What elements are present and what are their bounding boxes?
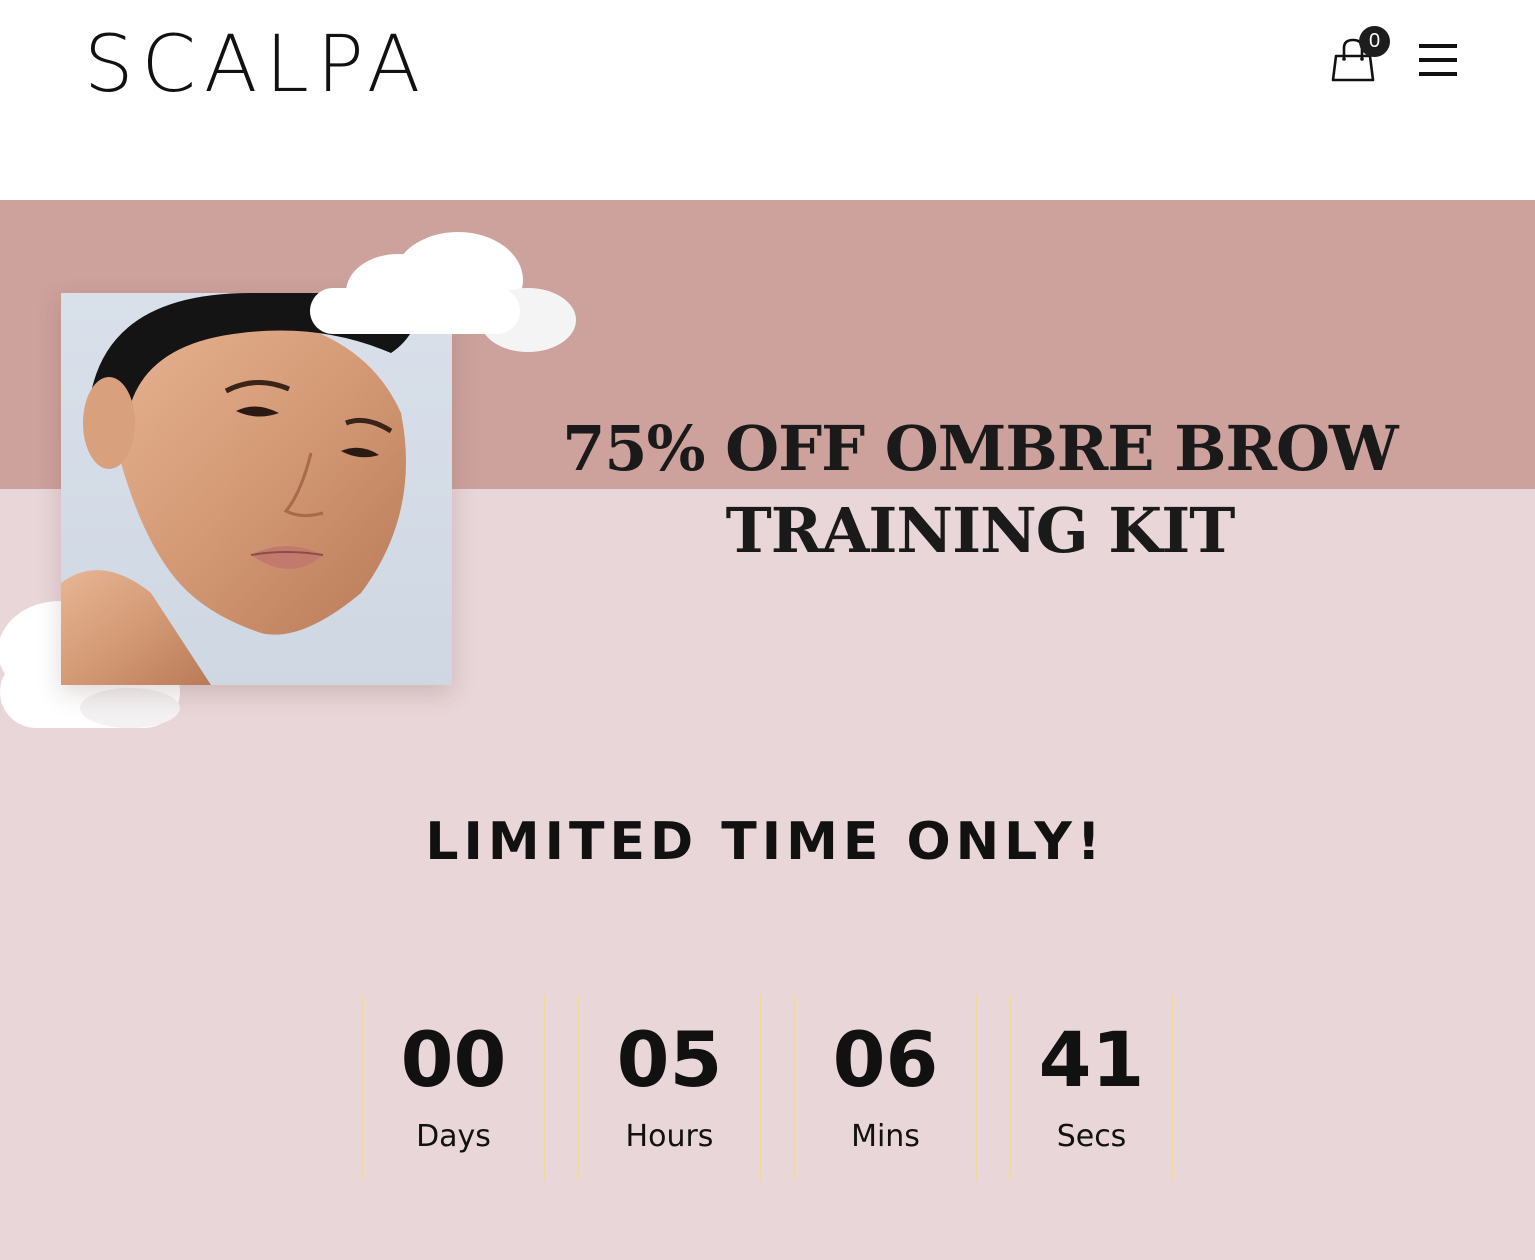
countdown-timer: 00 Days 05 Hours 06 Mins 41 Secs [362,995,1174,1180]
countdown-mins-value: 06 [832,1015,939,1104]
menu-line-middle [1419,58,1457,62]
hamburger-menu-button[interactable] [1419,44,1457,76]
menu-line-bottom [1419,72,1457,76]
countdown-mins-label: Mins [851,1119,920,1154]
site-header: SCALPA 0 [0,0,1535,200]
countdown-mins: 06 Mins [794,995,977,1180]
promo-headline: 75% OFF OMBRE BROW TRAINING KIT [560,408,1400,572]
countdown-secs: 41 Secs [1010,995,1173,1180]
headline-line-2: TRAINING KIT [725,494,1236,567]
countdown-days-value: 00 [400,1015,507,1104]
limited-time-heading: LIMITED TIME ONLY! [0,812,1535,872]
headline-line-1: 75% OFF OMBRE BROW [562,412,1398,485]
brand-logo[interactable]: SCALPA [84,20,428,110]
countdown-hours-label: Hours [625,1119,714,1154]
countdown-days: 00 Days [362,995,545,1180]
countdown-hours-value: 05 [616,1015,723,1104]
countdown-secs-label: Secs [1056,1119,1127,1154]
countdown-secs-value: 41 [1038,1015,1145,1104]
countdown-hours: 05 Hours [578,995,761,1180]
countdown-days-label: Days [416,1119,491,1154]
limited-time-text: LIMITED TIME ONLY! [425,812,1106,872]
menu-line-top [1419,44,1457,48]
cloud-decoration-top [310,232,576,352]
cart-count-badge: 0 [1359,26,1390,57]
